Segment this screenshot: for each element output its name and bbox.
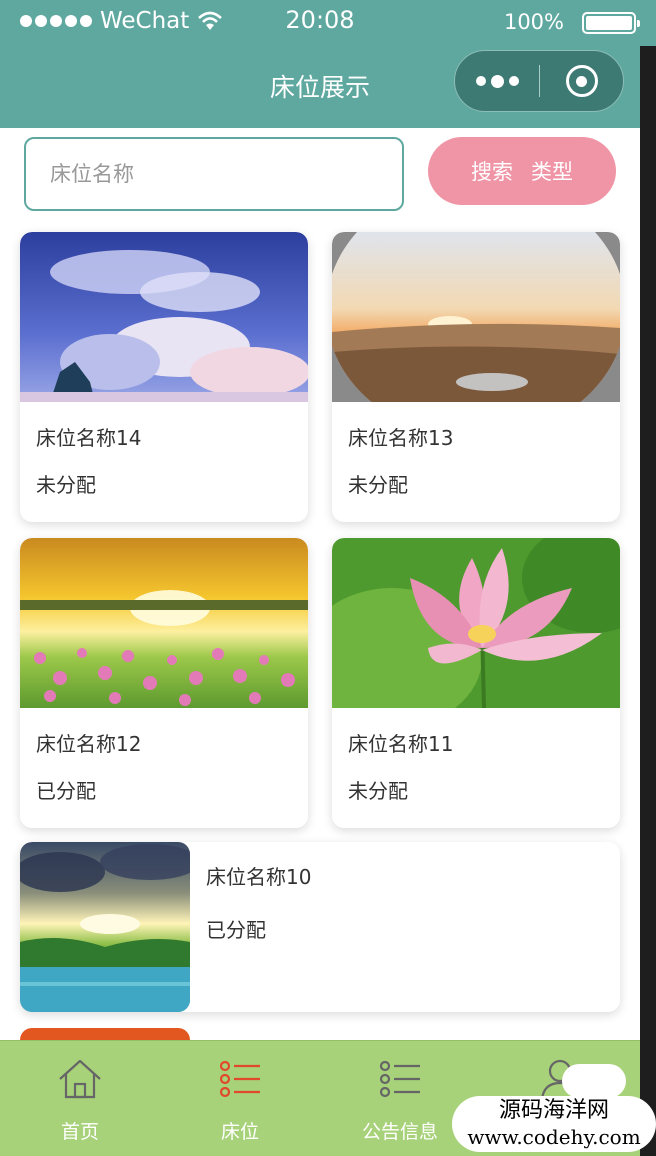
bed-card[interactable]: 床位名称13 未分配 [332, 232, 620, 522]
battery-percent: 100% [503, 10, 564, 34]
miniprogram-capsule [454, 50, 624, 112]
search-button-label: 搜索 [471, 160, 513, 184]
bed-card[interactable]: 床位名称12 已分配 [20, 538, 308, 828]
watermark-title: 源码海洋网 [498, 1098, 609, 1123]
overlay-blob [562, 1064, 626, 1098]
bed-image-desert-sunset [332, 232, 620, 402]
bed-name: 床位名称14 [36, 426, 142, 450]
screen-edge [640, 46, 656, 1156]
nav-bar: 床位展示 [0, 46, 640, 128]
tab-label: 首页 [60, 1121, 99, 1143]
more-button[interactable] [455, 51, 539, 111]
watermark: 源码海洋网 www.codehy.com [452, 1098, 656, 1150]
battery-icon [582, 12, 640, 34]
bed-image-lotus-flower [332, 538, 620, 708]
bed-status: 已分配 [36, 779, 96, 803]
tab-label: 床位 [220, 1121, 259, 1143]
bed-status: 未分配 [348, 779, 408, 803]
search-input[interactable] [24, 137, 404, 211]
bed-card[interactable]: 床位名称14 未分配 [20, 232, 308, 522]
tab-label: 公告信息 [361, 1121, 438, 1143]
close-miniprogram-button[interactable] [540, 51, 623, 111]
watermark-url: www.codehy.com [467, 1125, 641, 1149]
target-icon [565, 65, 598, 97]
bed-name: 床位名称13 [348, 426, 454, 450]
tab-home[interactable]: 首页 [0, 1041, 160, 1156]
list-icon [379, 1060, 420, 1098]
type-button-label[interactable]: 类型 [531, 156, 573, 186]
search-button[interactable]: 搜索 类型 [428, 137, 616, 205]
bed-name: 床位名称11 [348, 732, 454, 756]
bed-image-sky-clouds [20, 232, 308, 402]
bed-status: 未分配 [348, 473, 408, 497]
bed-card[interactable]: 床位名称11 未分配 [332, 538, 620, 828]
bed-status: 未分配 [36, 473, 96, 497]
list-icon [219, 1060, 260, 1098]
tab-beds[interactable]: 床位 [160, 1041, 320, 1156]
bed-name: 床位名称10 [206, 865, 312, 889]
bed-name: 床位名称12 [36, 732, 142, 756]
bed-status: 已分配 [206, 918, 266, 942]
bed-image-flower-field-sunset [20, 538, 308, 708]
bed-card-wide[interactable]: 床位名称10 已分配 [20, 842, 620, 1012]
bed-image-lake-sunrise [20, 842, 190, 1012]
home-icon [59, 1059, 101, 1099]
status-bar: WeChat 20:08 100% [0, 0, 656, 46]
